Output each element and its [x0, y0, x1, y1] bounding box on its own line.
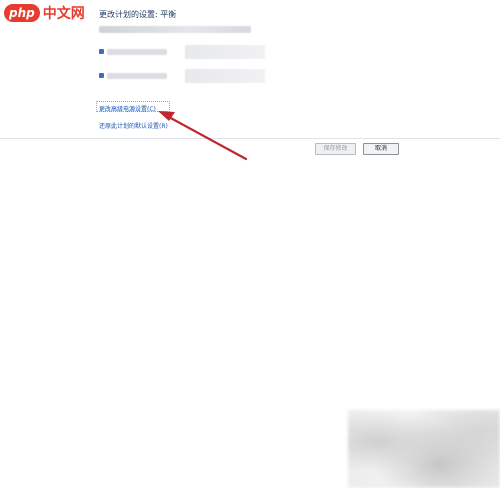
cancel-button[interactable]: 取消 — [363, 143, 399, 155]
setting-select-blurred[interactable] — [185, 69, 265, 83]
footer-divider — [0, 138, 500, 139]
watermark-blurred — [348, 410, 500, 488]
change-advanced-settings-link[interactable]: 更改高级电源设置(C) — [99, 104, 156, 113]
save-button[interactable]: 保存修改 — [315, 143, 356, 155]
arrow-head-icon — [158, 111, 175, 121]
page-description-blurred — [99, 26, 251, 33]
monitor-icon — [99, 49, 104, 54]
page-title: 更改计划的设置: 平衡 — [99, 10, 177, 19]
setting-select-blurred[interactable] — [185, 45, 265, 59]
setting-row-display-off — [99, 45, 269, 59]
setting-label-blurred — [107, 49, 167, 55]
restore-defaults-link[interactable]: 还原此计划的默认设置(R) — [99, 121, 168, 130]
logo-text: 中文网 — [42, 6, 85, 22]
setting-row-sleep — [99, 69, 269, 83]
site-logo: php 中文网 — [4, 2, 85, 24]
moon-icon — [99, 73, 104, 78]
setting-label-blurred — [107, 73, 167, 79]
logo-badge: php — [4, 4, 40, 22]
